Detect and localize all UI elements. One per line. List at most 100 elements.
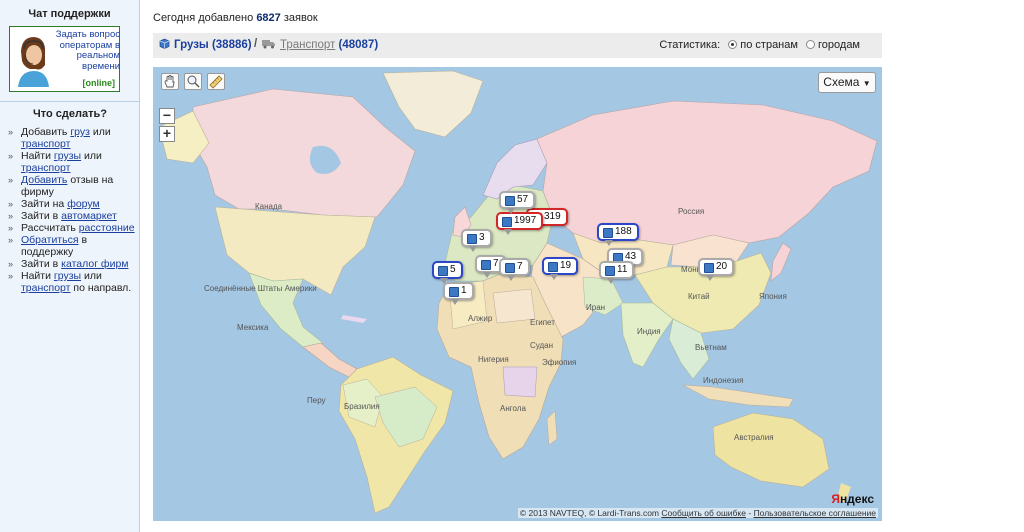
todo-text: или [89, 126, 111, 138]
map-label-japan: Япония [759, 292, 787, 301]
link-add-cargo[interactable]: груз [70, 126, 90, 138]
support-chat-text[interactable]: Задать вопрос операторам в реальном врем… [50, 29, 120, 72]
user-agreement-link[interactable]: Пользовательское соглашение [754, 508, 876, 518]
todo-title: Что сделать? [33, 108, 107, 120]
support-status-badge: [online] [82, 78, 116, 88]
map-label-canada: Канада [255, 202, 283, 211]
link-find-cargo-direction[interactable]: грузы [54, 270, 81, 282]
radio-by-city[interactable] [806, 40, 816, 49]
tab-transport-count: (48087) [338, 39, 379, 51]
link-firm-catalog[interactable]: каталог фирм [61, 258, 128, 270]
tab-cargo-label: Грузы [174, 39, 209, 51]
map-label-brazil: Бразилия [344, 402, 380, 411]
todo-text: по направл. [70, 282, 132, 294]
copyright-separator: - [748, 508, 752, 518]
map-copyright: © 2013 NAVTEQ, © Lardi-Trans.com Сообщит… [517, 508, 878, 518]
radio-by-city-label[interactable]: городам [818, 39, 860, 51]
map-marker[interactable]: 3 [461, 229, 492, 252]
todo-item-direction: Найти грузы или транспорт по направл. [8, 270, 138, 294]
map-marker[interactable]: 1997 [496, 212, 544, 235]
map-marker[interactable]: 188 [597, 223, 639, 246]
drag-hand-tool[interactable] [161, 73, 179, 90]
sidebar-divider [0, 101, 140, 102]
tab-cargo-count: (38886) [211, 39, 252, 51]
yandex-logo: Яндекс [831, 492, 874, 506]
todo-text: Найти [21, 150, 54, 162]
link-support[interactable]: Обратиться [21, 234, 79, 246]
tab-cargo[interactable]: Грузы (38886) [159, 38, 252, 51]
truck-icon [262, 40, 275, 49]
map-label-algeria: Алжир [468, 314, 493, 323]
today-added-line: Сегодня добавлено 6827 заявок [153, 12, 318, 24]
cargo-box-icon [159, 38, 170, 49]
world-map[interactable]: − + Схема ▼ Канада Соединённые Штаты Аме… [153, 67, 882, 521]
map-label-mexico: Мексика [237, 323, 269, 332]
map-label-egypt: Египет [530, 318, 555, 327]
map-marker[interactable]: 11 [599, 261, 635, 284]
hand-icon [164, 75, 175, 88]
link-automarket[interactable]: автомаркет [61, 210, 117, 222]
ruler-tool[interactable] [207, 73, 225, 90]
link-find-transport-direction[interactable]: транспорт [21, 282, 70, 294]
operator-avatar-icon [18, 37, 49, 87]
todo-item-automarket: Зайти в автомаркет [8, 210, 138, 222]
todo-item-support: Обратиться в поддержку [8, 234, 138, 258]
map-label-vietnam: Вьетнам [695, 343, 727, 352]
todo-text: Зайти в [21, 258, 62, 270]
radio-by-country-label[interactable]: по странам [740, 39, 798, 51]
map-label-peru: Перу [307, 396, 326, 405]
todo-text: Рассчитать [21, 222, 79, 234]
report-error-link[interactable]: Сообщить об ошибке [661, 508, 746, 518]
map-marker[interactable]: 20 [698, 258, 735, 281]
yandex-logo-y: Я [831, 492, 840, 506]
map-label-angola: Ангола [500, 404, 526, 413]
today-prefix: Сегодня добавлено [153, 12, 254, 24]
zoom-area-tool[interactable] [184, 73, 202, 90]
map-label-nigeria: Нигерия [478, 355, 509, 364]
link-forum[interactable]: форум [67, 198, 100, 210]
todo-text: или [81, 150, 102, 162]
tab-transport[interactable]: Транспорт (48087) [262, 38, 378, 51]
radio-by-country[interactable] [728, 40, 738, 49]
ruler-icon [209, 75, 223, 89]
link-add-review[interactable]: Добавить [21, 174, 67, 186]
todo-item-find-cargo: Найти грузы или транспорт [8, 150, 138, 174]
map-marker[interactable]: 1 [443, 282, 474, 305]
link-find-transport[interactable]: транспорт [21, 162, 70, 174]
todo-list: Добавить груз или транспорт Найти грузы … [8, 126, 138, 294]
sidebar: Чат поддержки Задать вопрос операторам в… [0, 0, 140, 532]
todo-item-catalog: Зайти в каталог фирм [8, 258, 138, 270]
tab-separator: / [254, 38, 258, 50]
today-suffix: заявок [283, 12, 318, 24]
todo-item-distance: Рассчитать расстояние [8, 222, 138, 234]
todo-text: Зайти на [21, 198, 68, 210]
map-label-indonesia: Индонезия [703, 376, 744, 385]
zoom-out-button[interactable]: − [159, 108, 175, 124]
map-marker[interactable]: 7 [499, 258, 530, 281]
chevron-down-icon: ▼ [862, 79, 871, 88]
map-label-russia: Россия [678, 207, 705, 216]
todo-text: Зайти в [21, 210, 62, 222]
link-add-transport[interactable]: транспорт [21, 138, 70, 150]
map-marker[interactable]: 5 [432, 261, 463, 284]
tab-transport-label[interactable]: Транспорт [280, 39, 335, 51]
todo-text: или [81, 270, 102, 282]
map-layer-button[interactable]: Схема ▼ [818, 72, 876, 93]
support-chat-title: Чат поддержки [28, 8, 111, 20]
link-distance[interactable]: расстояние [79, 222, 135, 234]
map-marker[interactable]: 57 [499, 191, 536, 214]
todo-item-add-cargo: Добавить груз или транспорт [8, 126, 138, 150]
map-marker[interactable]: 19 [542, 257, 579, 280]
todo-text: Найти [21, 270, 54, 282]
map-layer-label: Схема [823, 75, 860, 89]
todo-item-add-review: Добавить отзыв на фирму [8, 174, 138, 198]
link-find-cargo[interactable]: грузы [54, 150, 81, 162]
magnifier-icon [187, 75, 200, 88]
support-chat-widget[interactable]: Задать вопрос операторам в реальном врем… [9, 26, 120, 92]
map-label-china: Китай [688, 292, 710, 301]
todo-item-forum: Зайти на форум [8, 198, 138, 210]
map-label-usa: Соединённые Штаты Америки [204, 284, 317, 293]
zoom-in-button[interactable]: + [159, 126, 175, 142]
yandex-logo-rest: ндекс [839, 492, 874, 506]
map-label-ethiopia: Эфиопия [542, 358, 577, 367]
